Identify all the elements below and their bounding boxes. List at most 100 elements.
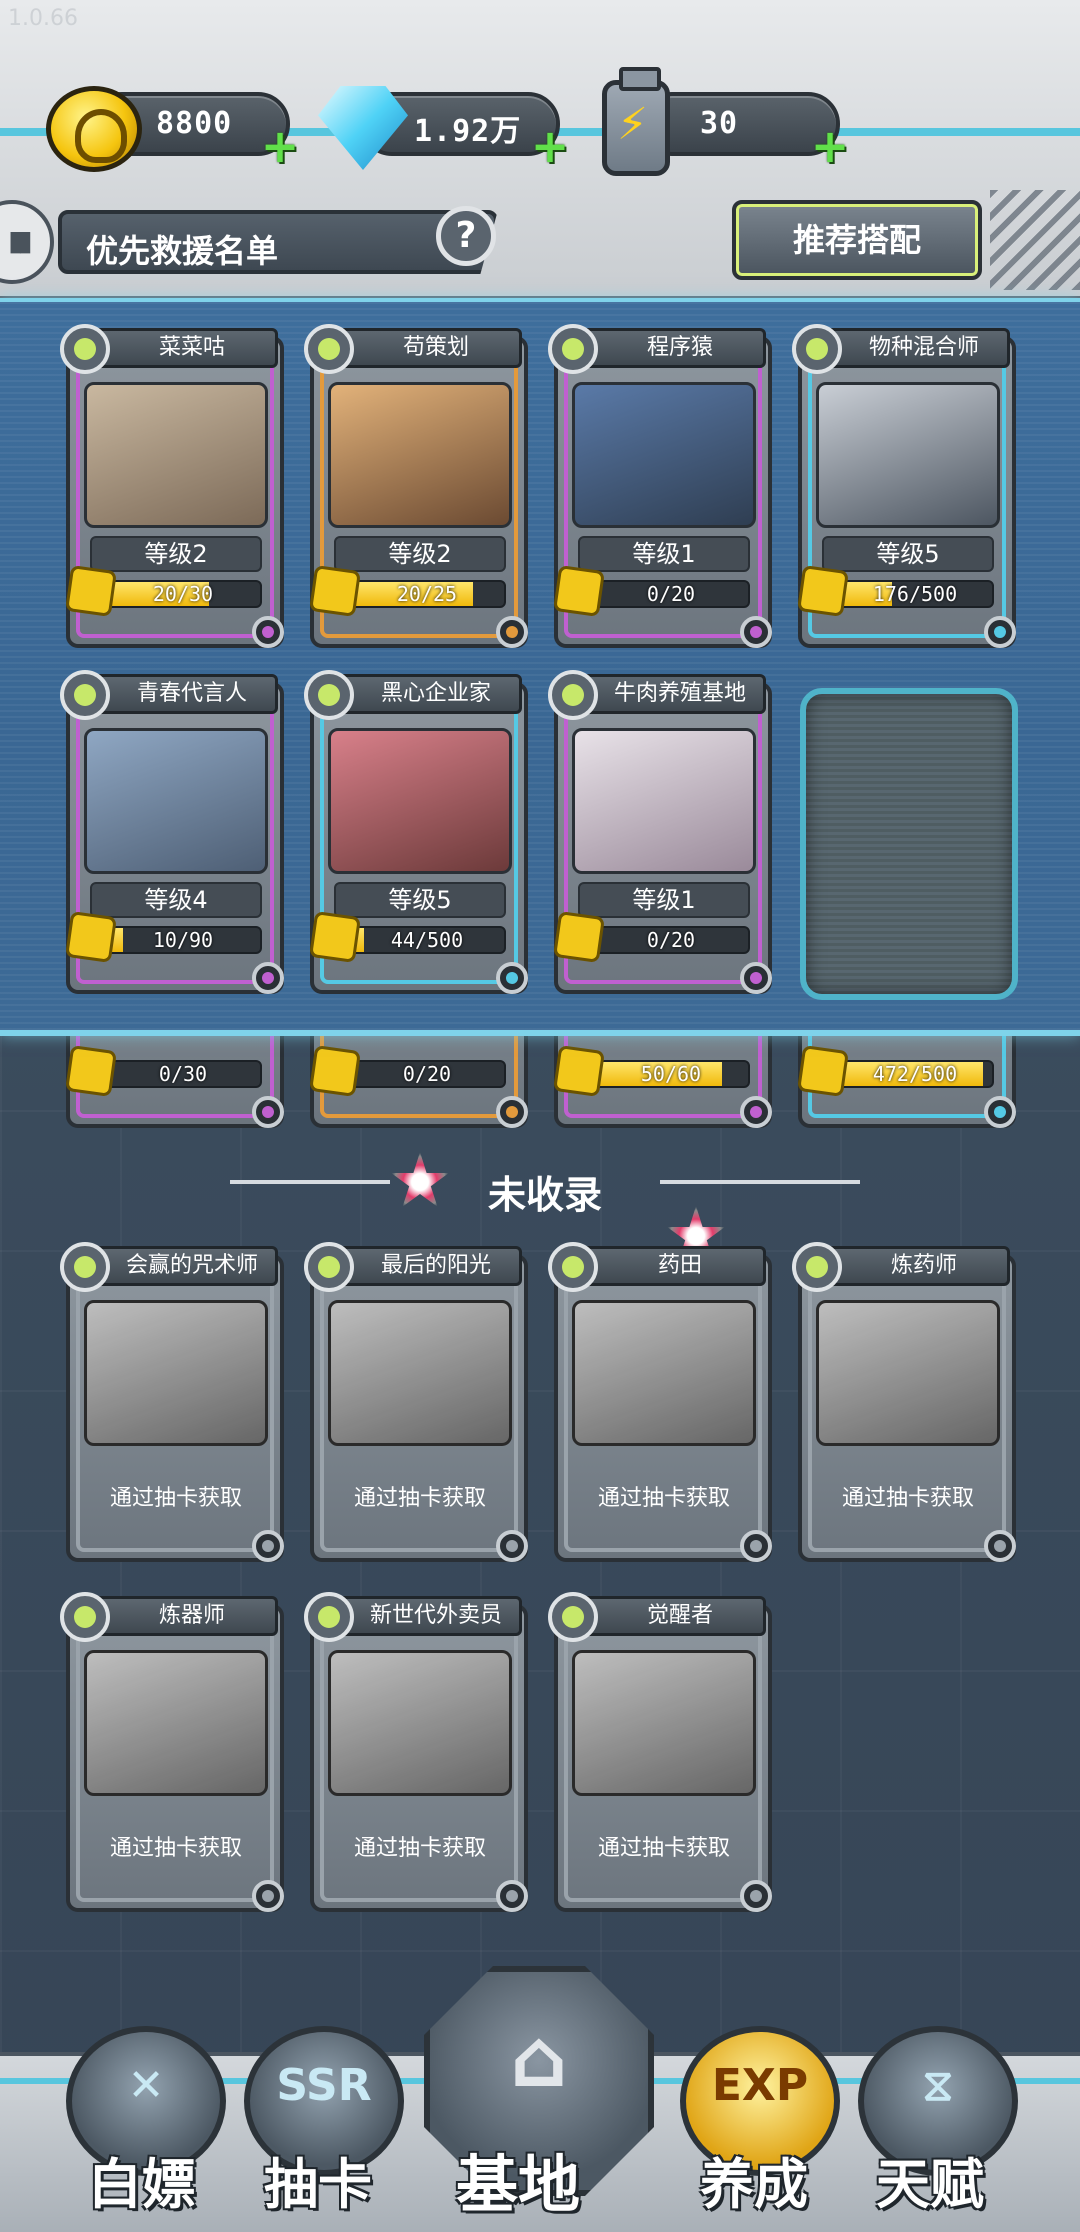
nav-label: 白嫖 — [88, 2153, 196, 2216]
help-button[interactable]: ? — [436, 206, 496, 266]
acquire-hint: 通过抽卡获取 — [841, 1486, 974, 1511]
team-card[interactable]: 苟策划 等级2 20/25 — [304, 324, 528, 648]
progress-text: 472/500 — [872, 1062, 958, 1086]
card-level: 等级2 — [90, 536, 262, 572]
card-portrait — [84, 1650, 268, 1796]
section-divider-left — [230, 1180, 390, 1184]
uncollected-title: 未收录 — [488, 1173, 603, 1217]
card-level: 等级5 — [822, 536, 994, 572]
progress-text: 50/60 — [640, 1062, 702, 1086]
add-coins-button[interactable]: + — [260, 123, 300, 169]
card-portrait — [572, 1300, 756, 1446]
coin-icon — [46, 86, 142, 172]
card-name: 黑心企业家 — [328, 674, 522, 714]
recommend-button[interactable]: 推荐搭配 — [732, 200, 982, 280]
card-name: 药田 — [572, 1246, 766, 1286]
card-name: 觉醒者 — [572, 1596, 766, 1636]
add-gems-button[interactable]: + — [530, 123, 570, 169]
puzzle-piece-icon — [553, 1045, 605, 1097]
page-title: 优先救援名单 — [86, 232, 279, 270]
card-portrait — [84, 1300, 268, 1446]
card-name: 物种混合师 — [816, 328, 1010, 368]
exp-icon: EXP — [711, 2060, 809, 2111]
uncollected-card[interactable]: 会赢的咒术师通过抽卡获取 — [60, 1242, 284, 1562]
card-level: 等级2 — [334, 536, 506, 572]
shard-progress-bar: 0/20 — [592, 926, 750, 954]
puzzle-piece-icon — [309, 911, 361, 963]
rarity-badge-icon — [60, 1592, 110, 1642]
team-card[interactable]: 物种混合师等级5 176/500 — [792, 324, 1016, 648]
coin-value: 8800 — [156, 106, 233, 141]
puzzle-piece-icon — [309, 1045, 361, 1097]
card-corner-icon — [252, 1880, 284, 1912]
card-corner-icon — [496, 962, 528, 994]
progress-text: 0/30 — [158, 1062, 208, 1086]
shard-progress-bar: 44/500 — [348, 926, 506, 954]
rarity-badge-icon — [304, 1592, 354, 1642]
shard-progress-bar: 0/20 — [592, 580, 750, 608]
team-card[interactable]: 牛肉养殖基地等级1 0/20 — [548, 670, 772, 994]
progress-text: 0/20 — [402, 1062, 452, 1086]
puzzle-piece-icon — [553, 911, 605, 963]
gem-value: 1.92万 — [414, 114, 522, 149]
shard-progress-bar: 472/500 — [836, 1060, 994, 1088]
card-corner-icon — [252, 616, 284, 648]
rarity-badge-icon — [60, 1242, 110, 1292]
team-card[interactable]: 黑心企业家 等级5 44/500 — [304, 670, 528, 994]
nav-label: 基地 — [456, 2148, 581, 2221]
rarity-badge-icon — [304, 670, 354, 720]
card-portrait — [84, 382, 268, 528]
card-corner-icon — [252, 1096, 284, 1128]
uncollected-card[interactable]: 最后的阳光 通过抽卡获取 — [304, 1242, 528, 1562]
energy-counter[interactable]: 30 + — [640, 92, 849, 169]
card-portrait — [84, 728, 268, 874]
card-name: 程序猿 — [572, 328, 766, 368]
rarity-badge-icon — [548, 324, 598, 374]
card-name: 菜菜咕 — [84, 328, 278, 368]
card-name: 炼器师 — [84, 1596, 278, 1636]
nav-label: 天赋 — [876, 2153, 984, 2216]
card-portrait — [328, 728, 512, 874]
card-corner-icon — [740, 1096, 772, 1128]
dna-icon: ⧖ — [922, 2060, 954, 2111]
card-level: 等级1 — [578, 882, 750, 918]
card-corner-icon — [740, 1880, 772, 1912]
rarity-badge-icon — [548, 670, 598, 720]
card-corner-icon — [740, 962, 772, 994]
uncollected-card[interactable]: 药田通过抽卡获取 — [548, 1242, 772, 1562]
card-portrait — [816, 382, 1000, 528]
progress-text: 0/20 — [646, 928, 696, 952]
rarity-badge-icon — [304, 324, 354, 374]
progress-text: 44/500 — [390, 928, 464, 952]
acquire-hint: 通过抽卡获取 — [597, 1836, 730, 1861]
progress-text: 20/25 — [396, 582, 458, 606]
shard-progress-bar: 0/30 — [104, 1060, 262, 1088]
version-label: 1.0.66 — [8, 6, 78, 31]
card-portrait — [572, 728, 756, 874]
team-card[interactable]: 程序猿等级1 0/20 — [548, 324, 772, 648]
uncollected-card[interactable]: 炼器师通过抽卡获取 — [60, 1592, 284, 1912]
uncollected-card[interactable]: 觉醒者通过抽卡获取 — [548, 1592, 772, 1912]
nav-label: 抽卡 — [264, 2153, 372, 2216]
acquire-hint: 通过抽卡获取 — [109, 1836, 242, 1861]
acquire-hint: 通过抽卡获取 — [597, 1486, 730, 1511]
team-card[interactable]: 青春代言人 等级4 10/90 — [60, 670, 284, 994]
card-corner-icon — [252, 962, 284, 994]
team-card[interactable]: 菜菜咕 等级2 20/30 — [60, 324, 284, 648]
card-corner-icon — [984, 616, 1016, 648]
shard-progress-bar: 176/500 — [836, 580, 994, 608]
empty-team-slot[interactable] — [800, 688, 1018, 1000]
uncollected-card[interactable]: 新世代外卖员 通过抽卡获取 — [304, 1592, 528, 1912]
uncollected-card[interactable]: 炼药师 通过抽卡获取 — [792, 1242, 1016, 1562]
puzzle-piece-icon — [797, 565, 849, 617]
acquire-hint: 通过抽卡获取 — [109, 1486, 242, 1511]
card-name: 最后的阳光 — [328, 1246, 522, 1286]
puzzle-piece-icon — [309, 565, 361, 617]
card-name: 会赢的咒术师 — [84, 1246, 278, 1286]
add-energy-button[interactable]: + — [810, 123, 850, 169]
card-level: 等级1 — [578, 536, 750, 572]
card-corner-icon — [496, 616, 528, 648]
card-name: 牛肉养殖基地 — [572, 674, 766, 714]
card-name: 新世代外卖员 — [328, 1596, 522, 1636]
energy-value: 30 — [700, 106, 739, 141]
